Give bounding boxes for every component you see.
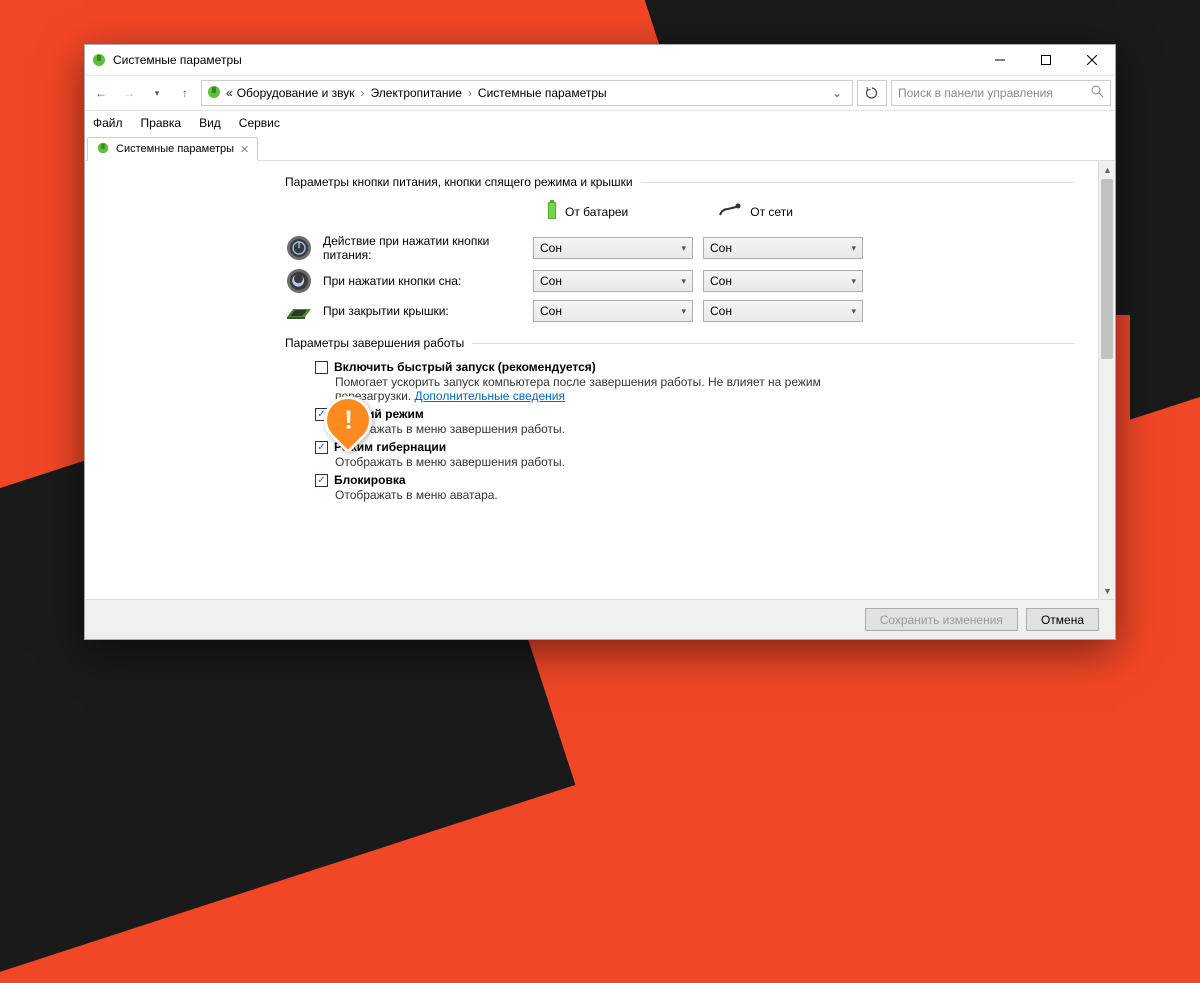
select-sleep-plugged[interactable]: Сон▾ [703, 270, 863, 292]
checkbox-lock-label: Блокировка [334, 473, 406, 487]
chevron-down-icon: ▾ [851, 243, 856, 254]
search-placeholder: Поиск в панели управления [898, 86, 1053, 100]
footer: Сохранить изменения Отмена [85, 599, 1115, 639]
address-field[interactable]: « Оборудование и звук › Электропитание ›… [201, 80, 853, 106]
sleep-button-icon [285, 268, 313, 294]
battery-icon [545, 199, 559, 224]
column-plugged: От сети [718, 203, 793, 220]
nav-recent-chevron[interactable]: ▾ [145, 81, 169, 105]
nav-forward-button[interactable]: → [117, 81, 141, 105]
breadcrumb-back[interactable]: « [226, 86, 233, 100]
tab-icon [96, 141, 110, 158]
scroll-up-arrow[interactable]: ▲ [1099, 161, 1116, 178]
checkbox-fast-label: Включить быстрый запуск (рекомендуется) [334, 360, 596, 374]
tab-close-icon[interactable]: ✕ [240, 143, 249, 156]
address-dropdown-chevron[interactable]: ⌄ [826, 86, 848, 100]
checkbox-lock-desc: Отображать в меню аватара. [335, 488, 855, 502]
tabstrip: Системные параметры ✕ [85, 135, 1115, 161]
nav-up-button[interactable]: ↑ [173, 81, 197, 105]
exclamation-icon: ! [344, 405, 353, 436]
nav-back-button[interactable]: ← [89, 81, 113, 105]
chevron-down-icon: ▾ [851, 276, 856, 287]
section-shutdown-title: Параметры завершения работы [285, 336, 1074, 350]
row-power-label: Действие при нажатии кнопки питания: [323, 234, 523, 262]
search-input[interactable]: Поиск в панели управления [891, 80, 1111, 106]
plug-icon [718, 203, 744, 220]
tab-system-params[interactable]: Системные параметры ✕ [87, 137, 258, 161]
address-bar: ← → ▾ ↑ « Оборудование и звук › Электроп… [85, 75, 1115, 111]
control-panel-window: Системные параметры ← → ▾ ↑ « Оборудован… [84, 44, 1116, 640]
vertical-scrollbar[interactable]: ▲ ▼ [1098, 161, 1115, 599]
checkbox-fast-desc: Помогает ускорить запуск компьютера посл… [335, 375, 855, 403]
power-button-icon [285, 235, 313, 261]
scroll-thumb[interactable] [1101, 179, 1113, 359]
menu-file[interactable]: Файл [91, 114, 125, 132]
checkbox-hibernate-desc: Отображать в меню завершения работы. [335, 455, 855, 469]
select-lid-plugged[interactable]: Сон▾ [703, 300, 863, 322]
scroll-down-arrow[interactable]: ▼ [1099, 582, 1116, 599]
tab-label: Системные параметры [116, 143, 234, 155]
select-lid-battery[interactable]: Сон▾ [533, 300, 693, 322]
content-area: Параметры кнопки питания, кнопки спящего… [85, 161, 1098, 599]
chevron-down-icon: ▾ [851, 306, 856, 317]
refresh-button[interactable] [857, 80, 887, 106]
row-sleep-label: При нажатии кнопки сна: [323, 274, 523, 288]
breadcrumb-power[interactable]: Электропитание [371, 86, 462, 100]
checkbox-sleep-desc: Отображать в меню завершения работы. [335, 422, 855, 436]
app-icon-small [206, 84, 222, 103]
app-icon [91, 52, 107, 68]
checkbox-lock[interactable] [315, 474, 328, 487]
breadcrumb-system[interactable]: Системные параметры [478, 86, 607, 100]
search-icon [1091, 85, 1104, 101]
menu-service[interactable]: Сервис [237, 114, 282, 132]
more-info-link[interactable]: Дополнительные сведения [414, 389, 564, 403]
breadcrumb-hardware[interactable]: Оборудование и звук [237, 86, 355, 100]
maximize-button[interactable] [1023, 45, 1069, 75]
chevron-right-icon: › [466, 86, 474, 100]
section-buttons-title: Параметры кнопки питания, кнопки спящего… [285, 175, 1074, 189]
column-battery: От батареи [545, 199, 628, 224]
chevron-down-icon: ▾ [681, 306, 686, 317]
select-power-battery[interactable]: Сон▾ [533, 237, 693, 259]
menu-view[interactable]: Вид [197, 114, 223, 132]
checkbox-hibernate[interactable] [315, 441, 328, 454]
select-sleep-battery[interactable]: Сон▾ [533, 270, 693, 292]
titlebar: Системные параметры [85, 45, 1115, 75]
chevron-right-icon: › [359, 86, 367, 100]
select-power-plugged[interactable]: Сон▾ [703, 237, 863, 259]
lid-icon [285, 301, 313, 321]
chevron-down-icon: ▾ [681, 276, 686, 287]
menubar: Файл Правка Вид Сервис [85, 111, 1115, 135]
cancel-button[interactable]: Отмена [1026, 608, 1099, 631]
minimize-button[interactable] [977, 45, 1023, 75]
close-button[interactable] [1069, 45, 1115, 75]
save-button[interactable]: Сохранить изменения [865, 608, 1018, 631]
chevron-down-icon: ▾ [681, 243, 686, 254]
window-title: Системные параметры [113, 53, 977, 67]
menu-edit[interactable]: Правка [139, 114, 184, 132]
checkbox-fast-startup[interactable] [315, 361, 328, 374]
row-lid-label: При закрытии крышки: [323, 304, 523, 318]
